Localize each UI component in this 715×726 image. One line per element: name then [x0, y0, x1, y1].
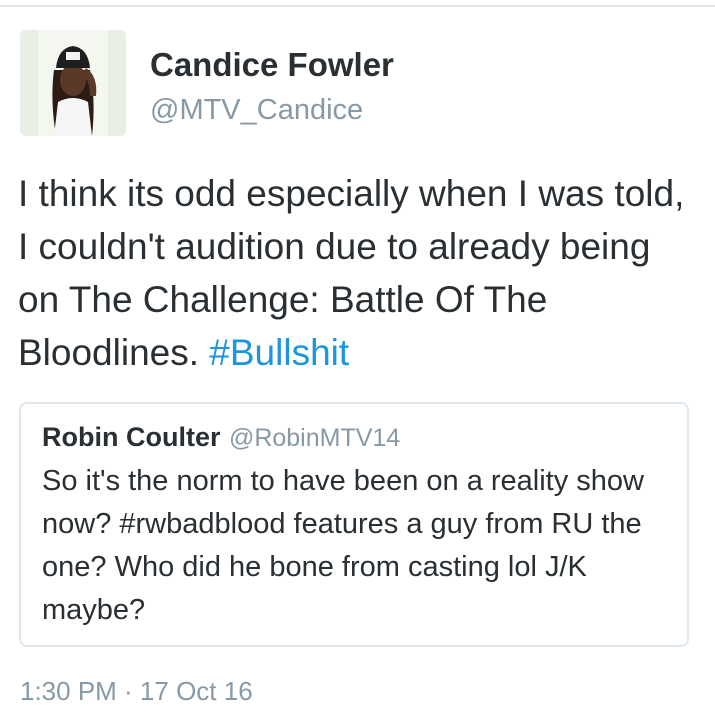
tweet-body: I think its odd especially when I was to…	[18, 173, 685, 373]
tweet-text: I think its odd especially when I was to…	[18, 167, 698, 379]
quoted-tweet-header: Robin Coulter @RobinMTV14	[42, 422, 400, 453]
quoted-tweet-text: So it's the norm to have been on a reali…	[42, 465, 644, 626]
quoted-author-name: Robin Coulter	[42, 422, 221, 452]
hashtag-link[interactable]: #Bullshit	[209, 332, 349, 373]
author-display-name[interactable]: Candice Fowler	[150, 46, 394, 84]
avatar[interactable]	[20, 30, 126, 136]
quoted-tweet-card[interactable]: Robin Coulter @RobinMTV14 So it's the no…	[19, 402, 689, 647]
top-divider	[0, 5, 715, 7]
tweet-timestamp[interactable]: 1:30 PM · 17 Oct 16	[20, 676, 253, 707]
avatar-photo	[20, 30, 126, 136]
author-handle[interactable]: @MTV_Candice	[150, 94, 363, 127]
tweet-detail: Candice Fowler @MTV_Candice I think its …	[0, 0, 715, 726]
quoted-author-handle: @RobinMTV14	[228, 424, 401, 452]
